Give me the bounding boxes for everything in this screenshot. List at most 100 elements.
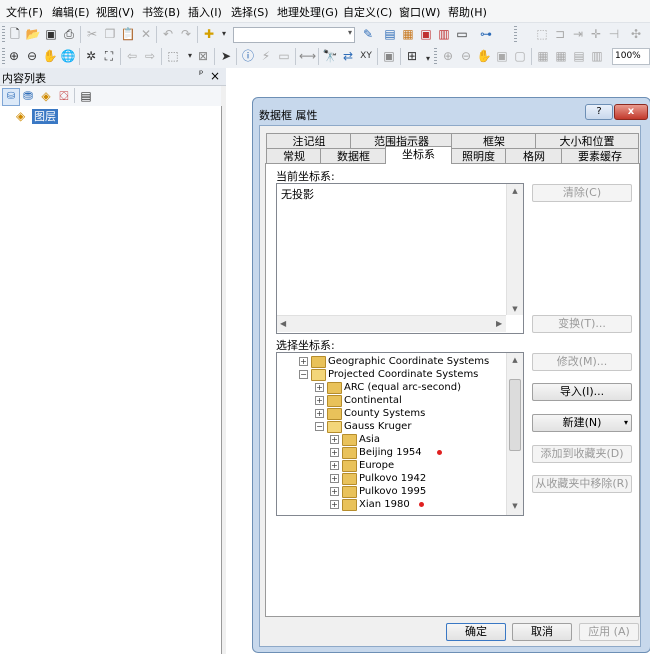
editor-toolbar-icon[interactable]: ✎: [360, 26, 376, 42]
pan-icon[interactable]: ✋: [42, 48, 58, 64]
apply-button[interactable]: 应用 (A): [579, 623, 639, 641]
python-window-icon[interactable]: ▭: [454, 26, 470, 42]
open-folder-icon[interactable]: 📂: [25, 26, 41, 42]
clear-selection-icon[interactable]: ⊠: [195, 48, 211, 64]
paste-icon[interactable]: 📋: [120, 26, 136, 42]
tab-frame[interactable]: 框架: [451, 133, 537, 149]
remove-from-favorites-button[interactable]: 从收藏夹中移除(R): [532, 475, 632, 493]
cs-tree[interactable]: + Geographic Coordinate Systems − Projected…: [276, 352, 524, 516]
cs-tree-node[interactable]: + Continental: [277, 394, 505, 407]
current-cs-hscrollbar[interactable]: ◀ ▶: [277, 315, 506, 332]
collapse-icon[interactable]: −: [315, 422, 324, 431]
toolbar-grip[interactable]: [2, 26, 5, 43]
map-scale-combobox[interactable]: ▾: [233, 27, 355, 43]
zoom-whole-page-icon[interactable]: ▣: [494, 48, 510, 64]
time-slider-icon[interactable]: ▣: [381, 48, 397, 64]
add-to-favorites-button[interactable]: 添加到收藏夹(D): [532, 445, 632, 463]
go-to-xy-icon[interactable]: XY: [358, 48, 374, 64]
measure-icon[interactable]: ⟷: [299, 48, 316, 64]
clear-button[interactable]: 清除(C): [532, 184, 632, 202]
modify-button[interactable]: 修改(M)...: [532, 353, 632, 371]
find-route-icon[interactable]: ⇄: [340, 48, 356, 64]
tab-general[interactable]: 常规: [266, 148, 322, 164]
scroll-down-icon[interactable]: ▼: [507, 305, 523, 313]
add-data-dropdown-icon[interactable]: ▾: [216, 26, 232, 42]
expand-icon[interactable]: +: [330, 461, 339, 470]
expand-icon[interactable]: +: [330, 487, 339, 496]
expand-icon[interactable]: +: [330, 435, 339, 444]
ok-button[interactable]: 确定: [446, 623, 506, 641]
print-icon[interactable]: ⎙: [61, 26, 77, 42]
undo-icon[interactable]: ↶: [160, 26, 176, 42]
split-icon[interactable]: ⇥: [570, 26, 586, 42]
edit-vertices-icon[interactable]: ⬚: [534, 26, 550, 42]
import-button[interactable]: 导入(I)...: [532, 383, 632, 401]
fixed-zoom-out-icon[interactable]: ⛶: [101, 48, 117, 64]
list-by-selection-icon[interactable]: ⛋: [56, 88, 72, 104]
cs-tree-node[interactable]: + Geographic Coordinate Systems: [277, 355, 505, 368]
focus-frame-icon[interactable]: ▥: [589, 48, 605, 64]
menu-view[interactable]: 视图(V): [96, 4, 134, 20]
create-viewer-icon[interactable]: ⊞: [404, 48, 420, 64]
dialog-close-button[interactable]: x: [614, 104, 648, 120]
find-icon[interactable]: 🔭: [322, 48, 338, 64]
tab-coordinate-system[interactable]: 坐标系: [385, 146, 452, 164]
tab-size-and-position[interactable]: 大小和位置: [535, 133, 639, 149]
scroll-thumb[interactable]: [509, 379, 521, 451]
layout-pan-icon[interactable]: ✋: [476, 48, 492, 64]
expand-icon[interactable]: +: [299, 357, 308, 366]
tab-annotation-groups[interactable]: 注记组: [266, 133, 352, 149]
menu-geoprocessing[interactable]: 地理处理(G): [277, 4, 338, 20]
delete-icon[interactable]: ✕: [138, 26, 154, 42]
add-data-icon[interactable]: ✚: [201, 26, 217, 42]
snap-icon[interactable]: ✣: [628, 26, 644, 42]
expand-icon[interactable]: +: [330, 474, 339, 483]
hyperlink-icon[interactable]: ⚡: [258, 48, 274, 64]
toggle-draft-icon[interactable]: ▤: [571, 48, 587, 64]
list-by-drawing-order-icon[interactable]: ⛁: [2, 88, 20, 106]
current-cs-vscrollbar[interactable]: ▲ ▼: [506, 184, 523, 315]
list-by-source-icon[interactable]: ⛃: [20, 88, 36, 104]
menu-bookmarks[interactable]: 书签(B): [142, 4, 180, 20]
close-icon[interactable]: ×: [210, 69, 220, 83]
expand-icon[interactable]: +: [315, 409, 324, 418]
menu-file[interactable]: 文件(F): [6, 4, 43, 20]
cs-tree-node[interactable]: − Projected Coordinate Systems: [277, 368, 505, 381]
identify-icon[interactable]: ⓘ: [240, 48, 256, 64]
expand-icon[interactable]: +: [330, 448, 339, 457]
menu-help[interactable]: 帮助(H): [448, 4, 487, 20]
zoom-in-icon[interactable]: ⊕: [6, 48, 22, 64]
new-document-icon[interactable]: 🗋: [7, 26, 23, 42]
zoom-out-icon[interactable]: ⊖: [24, 48, 40, 64]
model-builder-icon[interactable]: ⊶: [478, 26, 494, 42]
full-extent-icon[interactable]: 🌐: [60, 48, 76, 64]
layout-zoom-out-icon[interactable]: ⊖: [458, 48, 474, 64]
scroll-left-icon[interactable]: ◀: [280, 319, 286, 328]
new-button[interactable]: 新建(N) ▾: [532, 414, 632, 432]
rotate-icon[interactable]: ✛: [588, 26, 604, 42]
fixed-zoom-in-icon[interactable]: ✲: [83, 48, 99, 64]
menu-window[interactable]: 窗口(W): [399, 4, 440, 20]
forward-icon[interactable]: ⇨: [142, 48, 158, 64]
layout-zoom-combobox[interactable]: 100%: [612, 48, 650, 65]
cut-icon[interactable]: ✂: [84, 26, 100, 42]
expand-icon[interactable]: +: [330, 500, 339, 509]
scroll-up-icon[interactable]: ▲: [507, 356, 523, 364]
menu-selection[interactable]: 选择(S): [231, 4, 269, 20]
back-icon[interactable]: ⇦: [124, 48, 140, 64]
cs-tree-node[interactable]: + Xian 1980: [277, 498, 505, 511]
reshape-icon[interactable]: ⊐: [552, 26, 568, 42]
cs-tree-vscrollbar[interactable]: ▲ ▼: [506, 353, 523, 515]
sketch-icon[interactable]: ⊣: [606, 26, 622, 42]
tab-feature-cache[interactable]: 要素缓存: [561, 148, 639, 164]
options-icon[interactable]: ▤: [78, 88, 94, 104]
menu-edit[interactable]: 编辑(E): [52, 4, 90, 20]
select-elements-icon[interactable]: ➤: [218, 48, 234, 64]
menu-insert[interactable]: 插入(I): [188, 4, 222, 20]
cancel-button[interactable]: 取消: [512, 623, 572, 641]
arctoolbox-icon[interactable]: ▥: [436, 26, 452, 42]
layout-zoom-in-icon[interactable]: ⊕: [440, 48, 456, 64]
copy-icon[interactable]: ❐: [102, 26, 118, 42]
scroll-down-icon[interactable]: ▼: [507, 502, 523, 510]
search-window-icon[interactable]: ▣: [418, 26, 434, 42]
